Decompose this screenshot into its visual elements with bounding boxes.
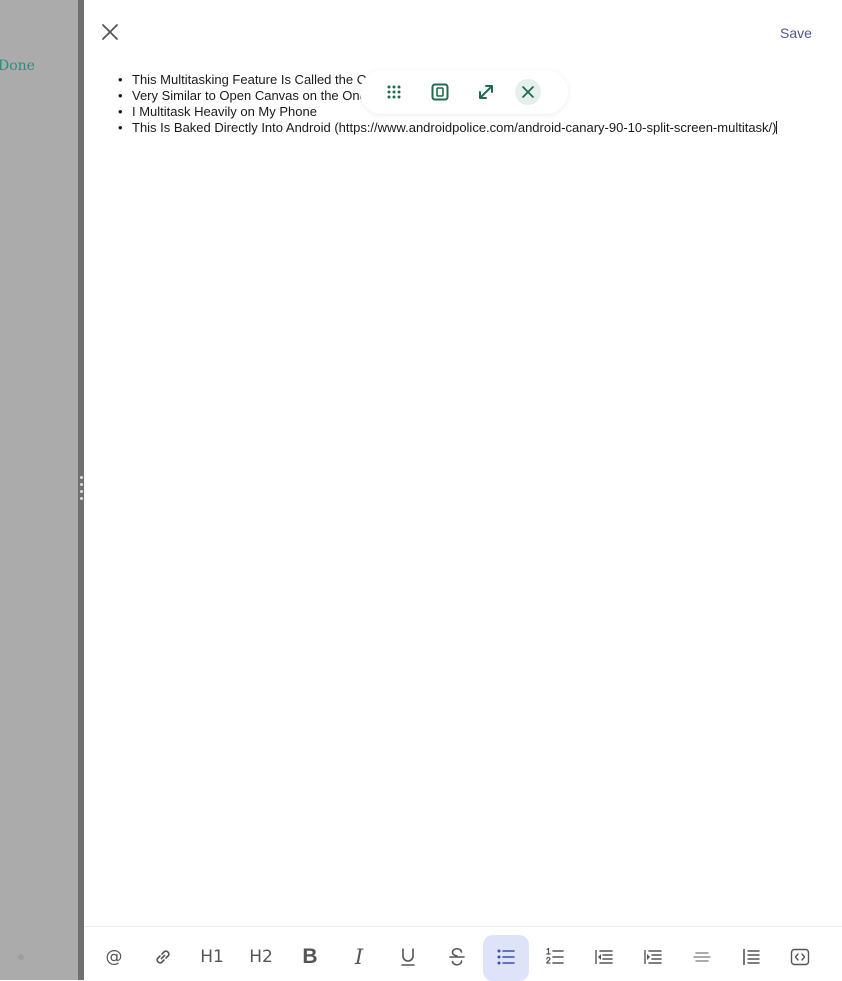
- floating-window-toolbar: [360, 70, 568, 114]
- outdent-button[interactable]: [582, 935, 626, 979]
- numbered-list-button[interactable]: [533, 935, 577, 979]
- underline-icon: [401, 948, 415, 966]
- numbered-list-icon: [546, 947, 564, 964]
- indent-icon: [644, 950, 662, 964]
- list-item-text: This Is Baked Directly Into Android (htt…: [132, 120, 777, 135]
- close-editor-button[interactable]: [98, 20, 122, 44]
- window-mode-button[interactable]: [428, 80, 452, 104]
- blockquote-icon: [743, 949, 760, 965]
- underline-button[interactable]: [386, 935, 430, 979]
- bulleted-list-button[interactable]: [484, 935, 528, 979]
- bold-label: B: [302, 945, 318, 968]
- list-item-text: I Multitask Heavily on My Phone: [132, 104, 317, 119]
- heading-2-button[interactable]: H2: [239, 935, 283, 979]
- save-button[interactable]: Save: [770, 22, 822, 44]
- mention-button[interactable]: @: [92, 935, 136, 979]
- window-icon: [431, 83, 449, 101]
- outdent-icon: [595, 950, 613, 964]
- expand-icon: [479, 85, 493, 99]
- bulleted-list-icon: [497, 949, 515, 965]
- drag-handle-icon: [387, 85, 401, 99]
- indent-button[interactable]: [631, 935, 675, 979]
- done-button[interactable]: Done: [0, 58, 35, 74]
- formatting-toolbar: @ H1 H2 B I: [84, 926, 842, 981]
- mention-icon: @: [105, 946, 123, 967]
- note-editor-sheet: [84, 0, 842, 980]
- text-cursor: [776, 121, 778, 134]
- heading-2-label: H2: [249, 946, 273, 967]
- code-block-icon: [790, 948, 810, 966]
- list-item[interactable]: • This Is Baked Directly Into Android (h…: [108, 120, 836, 136]
- blockquote-button[interactable]: [729, 935, 773, 979]
- code-block-button[interactable]: [778, 935, 822, 979]
- italic-button[interactable]: I: [337, 935, 381, 979]
- heading-1-label: H1: [200, 946, 224, 967]
- horizontal-rule-icon: [693, 952, 711, 962]
- close-icon: [522, 86, 534, 98]
- strikethrough-icon: [449, 947, 465, 966]
- close-icon: [102, 24, 118, 40]
- heading-1-button[interactable]: H1: [190, 935, 234, 979]
- bold-button[interactable]: B: [288, 935, 332, 979]
- background-app-pane: Done: [0, 0, 78, 980]
- background-dot: [18, 954, 24, 960]
- strikethrough-button[interactable]: [435, 935, 479, 979]
- link-button[interactable]: [141, 935, 185, 979]
- link-icon: [156, 950, 170, 964]
- horizontal-rule-button[interactable]: [680, 935, 724, 979]
- divider-drag-handle[interactable]: [79, 476, 83, 500]
- close-window-button[interactable]: [516, 80, 540, 104]
- italic-label: I: [354, 945, 364, 969]
- drag-handle-button[interactable]: [382, 80, 406, 104]
- expand-window-button[interactable]: [474, 80, 498, 104]
